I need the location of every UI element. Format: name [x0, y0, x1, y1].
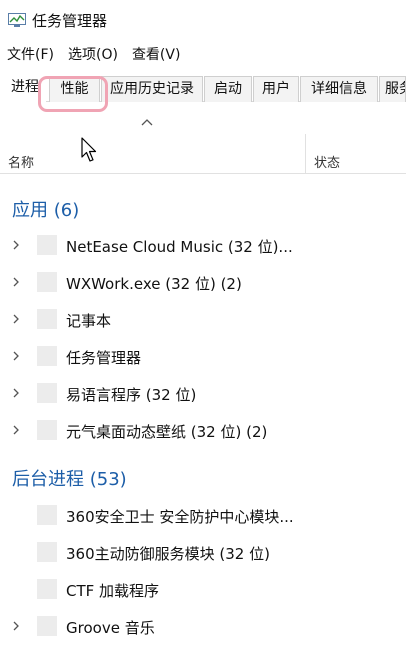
- app-icon: [37, 272, 57, 292]
- column-divider[interactable]: [305, 134, 306, 174]
- menu-options[interactable]: 选项(O): [68, 44, 118, 64]
- tab-users[interactable]: 用户: [253, 76, 299, 102]
- process-icon: [37, 505, 57, 525]
- process-icon: [37, 616, 57, 636]
- chevron-right-icon[interactable]: [10, 239, 22, 251]
- chevron-right-icon[interactable]: [10, 350, 22, 362]
- process-name: Groove 音乐: [66, 619, 155, 637]
- app-icon: [37, 235, 57, 255]
- sort-ascending-icon: [141, 119, 153, 126]
- process-name: CTF 加载程序: [66, 582, 160, 600]
- chevron-right-icon[interactable]: [10, 424, 22, 436]
- process-row[interactable]: Groove 音乐: [0, 608, 406, 645]
- menu-bar: 文件(F) 选项(O) 查看(V): [0, 40, 406, 68]
- process-name: 易语言程序 (32 位): [66, 386, 197, 404]
- process-icon: [37, 542, 57, 562]
- task-manager-icon: [8, 12, 26, 28]
- process-icon: [37, 579, 57, 599]
- mouse-cursor-icon: [81, 137, 97, 162]
- tab-bar: 进程 性能 应用历史记录 启动 用户 详细信息 服务: [0, 72, 406, 103]
- column-name-header[interactable]: 名称: [8, 152, 34, 171]
- app-icon: [37, 420, 57, 440]
- menu-file[interactable]: 文件(F): [7, 44, 54, 64]
- process-row[interactable]: NetEase Cloud Music (32 位)...: [0, 227, 406, 264]
- group-heading-background: 后台进程 (53): [12, 469, 127, 490]
- tab-processes[interactable]: 进程: [0, 74, 46, 103]
- process-name: 任务管理器: [66, 349, 142, 367]
- tab-performance[interactable]: 性能: [49, 76, 100, 102]
- process-name: NetEase Cloud Music (32 位)...: [66, 238, 293, 256]
- column-header: 名称 状态: [0, 128, 406, 174]
- chevron-right-icon[interactable]: [10, 387, 22, 399]
- process-row[interactable]: 360安全卫士 安全防护中心模块...: [0, 497, 406, 534]
- tab-services[interactable]: 服务: [379, 76, 406, 102]
- process-name: 360安全卫士 安全防护中心模块...: [66, 508, 294, 526]
- process-name: 元气桌面动态壁纸 (32 位) (2): [66, 423, 268, 441]
- chevron-right-icon[interactable]: [10, 620, 22, 632]
- process-name: 360主动防御服务模块 (32 位): [66, 545, 270, 563]
- process-row[interactable]: CTF 加载程序: [0, 571, 406, 608]
- app-icon: [37, 383, 57, 403]
- process-row[interactable]: 任务管理器: [0, 338, 406, 375]
- app-icon: [37, 309, 57, 329]
- chevron-right-icon[interactable]: [10, 276, 22, 288]
- window-title: 任务管理器: [32, 11, 108, 30]
- process-row[interactable]: 易语言程序 (32 位): [0, 375, 406, 412]
- process-row[interactable]: 360主动防御服务模块 (32 位): [0, 534, 406, 571]
- process-row[interactable]: WXWork.exe (32 位) (2): [0, 264, 406, 301]
- process-name: WXWork.exe (32 位) (2): [66, 275, 242, 293]
- process-row[interactable]: 元气桌面动态壁纸 (32 位) (2): [0, 412, 406, 449]
- title-bar: 任务管理器: [0, 0, 406, 40]
- column-status-header[interactable]: 状态: [314, 152, 340, 171]
- menu-view[interactable]: 查看(V): [132, 44, 181, 64]
- tab-app-history[interactable]: 应用历史记录: [101, 76, 203, 102]
- process-name: 记事本: [66, 312, 112, 330]
- app-icon: [37, 346, 57, 366]
- chevron-right-icon[interactable]: [10, 313, 22, 325]
- tab-details[interactable]: 详细信息: [300, 76, 378, 102]
- group-heading-apps: 应用 (6): [12, 200, 80, 221]
- tab-startup[interactable]: 启动: [204, 76, 252, 102]
- process-row[interactable]: 记事本: [0, 301, 406, 338]
